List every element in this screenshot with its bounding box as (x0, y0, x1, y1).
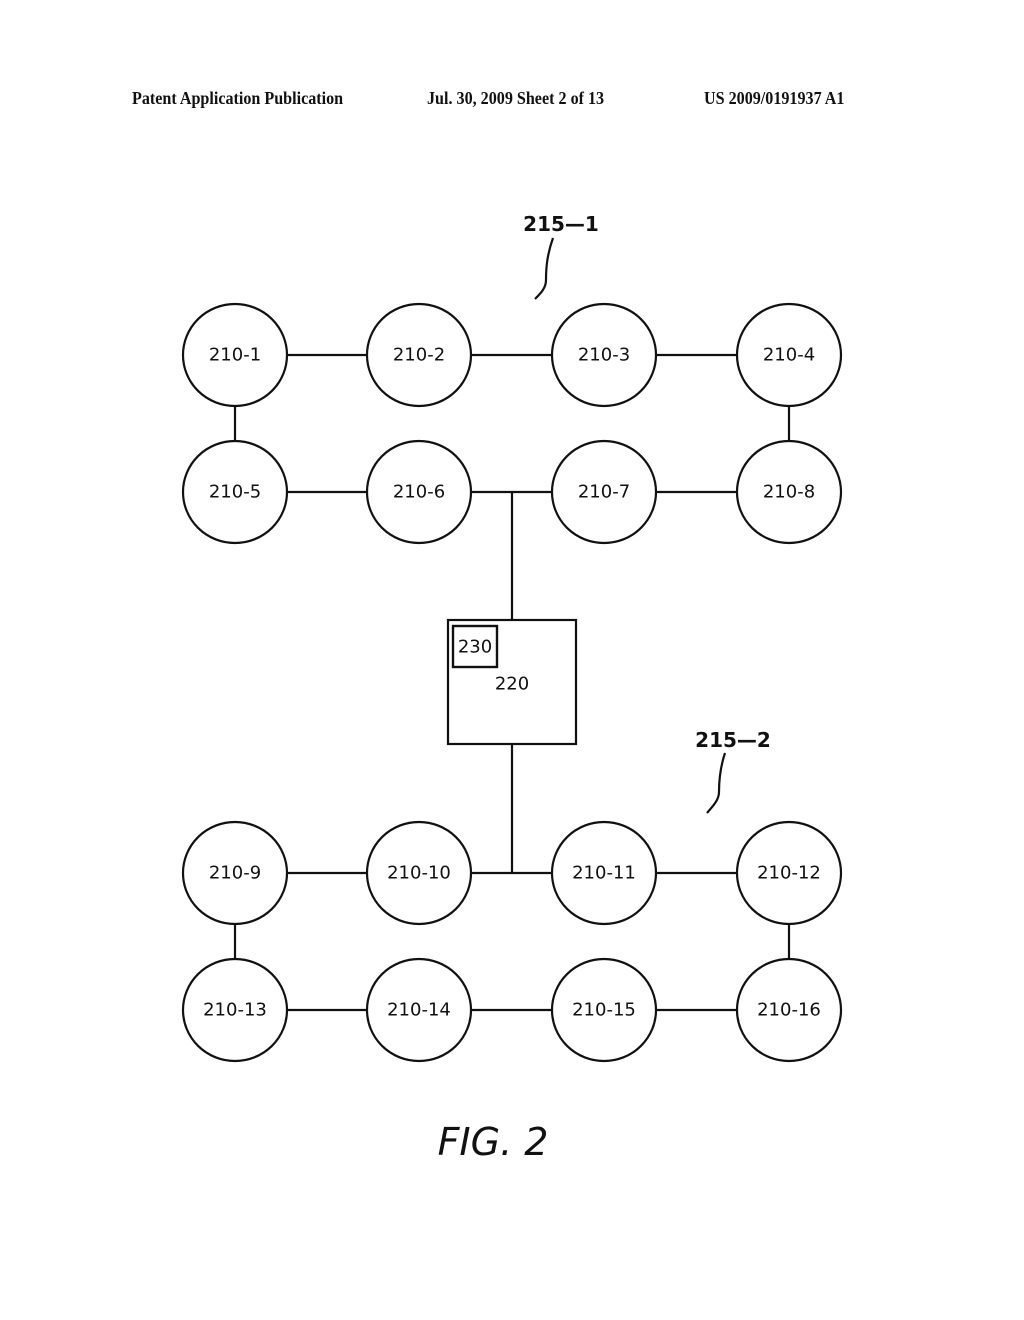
network-diagram: 230 220 210-1 210-2 210-3 210-4 210-5 210-6 21… (181, 212, 843, 1164)
leader-line-215-2 (706, 752, 727, 814)
node-210-2: 210-2 (365, 302, 473, 408)
node-label: 210-2 (393, 345, 445, 366)
node-label: 210-5 (209, 482, 261, 503)
node-label: 210-14 (387, 1000, 451, 1021)
node-210-15: 210-15 (550, 957, 658, 1063)
node-label: 210-1 (209, 345, 261, 366)
group-ref-215-2: 215—2 (695, 728, 771, 814)
group-ref-215-1: 215—1 (523, 212, 599, 300)
node-label: 210-8 (763, 482, 815, 503)
node-label: 210-10 (387, 863, 451, 884)
controller-220-label: 220 (495, 674, 529, 695)
node-210-7: 210-7 (550, 439, 658, 545)
group-label-215-1: 215—1 (523, 212, 599, 236)
node-label: 210-13 (203, 1000, 267, 1021)
node-label: 210-3 (578, 345, 630, 366)
node-label: 210-6 (393, 482, 445, 503)
controller-220: 230 220 (446, 618, 578, 746)
node-210-5: 210-5 (181, 439, 289, 545)
node-210-6: 210-6 (365, 439, 473, 545)
node-label: 210-4 (763, 345, 815, 366)
node-label: 210-16 (757, 1000, 821, 1021)
node-210-13: 210-13 (181, 957, 289, 1063)
group-label-215-2: 215—2 (695, 728, 771, 752)
node-210-14: 210-14 (365, 957, 473, 1063)
node-210-12: 210-12 (735, 820, 843, 926)
node-210-4: 210-4 (735, 302, 843, 408)
node-210-3: 210-3 (550, 302, 658, 408)
node-210-16: 210-16 (735, 957, 843, 1063)
node-label: 210-15 (572, 1000, 636, 1021)
node-210-8: 210-8 (735, 439, 843, 545)
node-label: 210-9 (209, 863, 261, 884)
node-210-9: 210-9 (181, 820, 289, 926)
node-label: 210-12 (757, 863, 821, 884)
node-label: 210-11 (572, 863, 636, 884)
node-210-10: 210-10 (365, 820, 473, 926)
node-210-1: 210-1 (181, 302, 289, 408)
node-210-11: 210-11 (550, 820, 658, 926)
figure-caption: FIG. 2 (438, 1120, 549, 1164)
sub-component-230-label: 230 (458, 637, 492, 658)
leader-line-215-1 (534, 237, 555, 300)
node-label: 210-7 (578, 482, 630, 503)
